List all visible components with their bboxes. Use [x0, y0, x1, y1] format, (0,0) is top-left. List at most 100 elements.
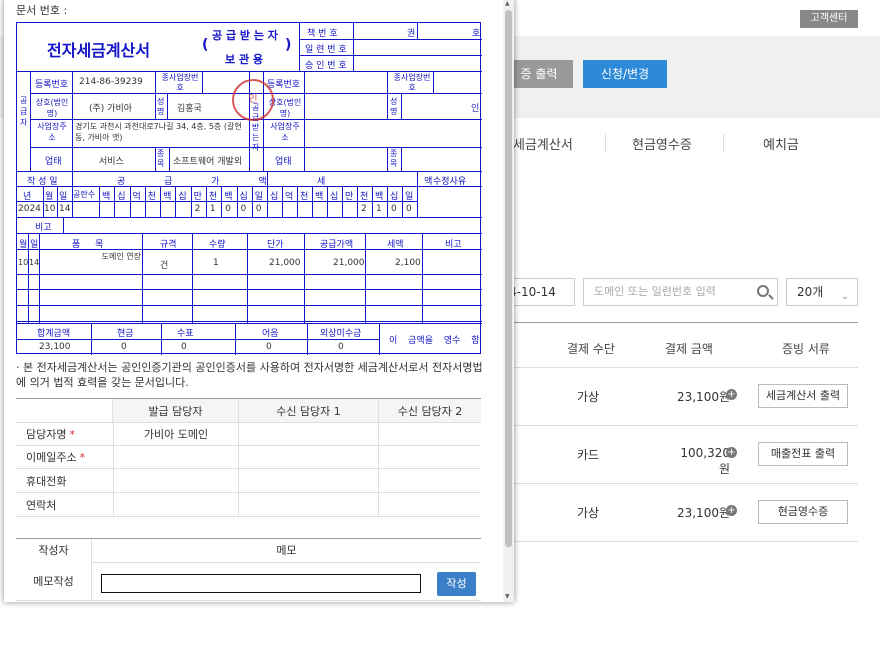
- item-name-header: 품 목: [72, 240, 110, 250]
- credit-header: 외상미수금: [320, 329, 362, 339]
- tax-digit-col: 천: [300, 192, 309, 202]
- supply-digit: 2: [194, 204, 201, 214]
- plus-icon[interactable]: +: [726, 447, 737, 458]
- legal-note: · 본 전자세금계산서는 공인인증기관의 공인인증서를 사용하여 전자서명한 세…: [16, 361, 483, 389]
- row-method: 가상: [577, 390, 600, 404]
- scroll-up-icon[interactable]: ▲: [505, 0, 510, 7]
- issuer-header: 발급 담당자: [113, 399, 239, 422]
- address-label: 사업장주소: [37, 122, 67, 142]
- supply-digit: 0: [255, 204, 262, 214]
- doc-number-label: 문서 번호 :: [16, 4, 68, 17]
- customer-center-button[interactable]: 고객센터: [800, 10, 858, 28]
- supply-digit-col: 십: [239, 192, 248, 202]
- sales-slip-print-button[interactable]: 매출전표 출력: [758, 442, 848, 466]
- credit-value: 0: [338, 342, 344, 352]
- tax-invoice-popup: 문서 번호 : 전자세금계산서 공 급 받 는 자 ( ) 보 관 용 책 번 …: [4, 0, 514, 602]
- item-name: 도메인 연장: [101, 252, 141, 261]
- table-row: 가상 23,100원 + 현금영수증: [505, 484, 858, 542]
- tax-digit: 0: [406, 204, 412, 214]
- spec-header: 규격: [160, 240, 177, 250]
- tab-tax-invoice[interactable]: 세금계산서: [513, 134, 573, 153]
- row-method: 카드: [577, 448, 600, 462]
- table-row: 담당자명 * 가비아 도메인: [16, 423, 481, 446]
- biz-type-value: 서비스: [99, 157, 124, 167]
- date-month: 10: [44, 204, 56, 214]
- scroll-down-icon[interactable]: ▼: [505, 593, 510, 600]
- plus-icon[interactable]: +: [726, 505, 737, 516]
- biz-item-value: 소프트웨어 개발외: [173, 157, 243, 167]
- popup-scrollbar[interactable]: ▲ ▼: [503, 0, 514, 602]
- table-row: 가상 23,100원 + 세금계산서 출력: [505, 368, 858, 426]
- supply-digit: 1: [209, 204, 216, 214]
- check-header: 수표: [177, 329, 194, 339]
- tax-digit-col: 십: [330, 192, 339, 202]
- table-row: 이메일주소 *: [16, 446, 481, 469]
- tax-digit: 0: [391, 204, 397, 214]
- check-value: 0: [181, 342, 187, 352]
- tax-digit-col: 일: [405, 192, 414, 202]
- approval-no-label: 승 인 번 호: [305, 61, 347, 71]
- manager-name-label: 담당자명 *: [26, 427, 75, 442]
- supply-digit: 0: [225, 204, 231, 214]
- total-header: 합계금액: [37, 329, 71, 339]
- supply-value-label: 공 급 가 액: [117, 177, 285, 187]
- row-amount: 23,100원: [676, 506, 730, 520]
- reg-no-label: 등록번호: [35, 80, 69, 90]
- search-icon[interactable]: [757, 285, 769, 297]
- col-evidence-doc: 증빙 서류: [782, 342, 830, 356]
- col-payment-method: 결제 수단: [567, 342, 615, 356]
- row-amount: 23,100원: [676, 390, 730, 404]
- tax-digit-col: 십: [270, 192, 279, 202]
- date-day: 14: [59, 204, 71, 214]
- keep-copy-label: 보 관 용: [225, 53, 264, 66]
- tax-digit: 1: [376, 204, 382, 214]
- tax-invoice-print-button[interactable]: 세금계산서 출력: [758, 384, 848, 408]
- trade-name-value: (주) 가비아: [89, 104, 133, 114]
- supply-digit-col: 십: [117, 192, 126, 202]
- biz-type-label: 업태: [45, 157, 62, 167]
- page-size-value: 20개: [797, 285, 824, 299]
- tax-digit-col: 만: [345, 192, 354, 202]
- receiver-biz-item-label: 종목: [390, 149, 398, 168]
- item-month-header: 월: [19, 240, 28, 250]
- search-input[interactable]: 도메인 또는 일련번호 입력: [583, 278, 778, 306]
- kwon-label: 권: [407, 29, 416, 39]
- doc-tabs: 세금계산서 현금영수증 예치금: [505, 128, 880, 160]
- table-row: 연락처: [16, 493, 481, 517]
- invoice-title: 전자세금계산서: [47, 41, 151, 60]
- scrollbar-thumb[interactable]: [505, 10, 512, 547]
- receiver-name-label: 성명: [390, 97, 398, 116]
- date-input[interactable]: 4-10-14: [505, 278, 575, 306]
- search-placeholder: 도메인 또는 일련번호 입력: [594, 285, 716, 298]
- serial-no-label: 일 련 번 호: [305, 45, 347, 55]
- supply-digit-col: 백: [163, 192, 172, 202]
- save-memo-button[interactable]: 작성: [437, 572, 476, 596]
- plus-icon[interactable]: +: [726, 389, 737, 400]
- memo-input[interactable]: [101, 574, 421, 593]
- qty-header: 수량: [209, 240, 226, 250]
- day-col: 일: [59, 192, 68, 202]
- receiver-label: 공 급 받 는 자: [212, 29, 278, 42]
- name-label: 성명: [157, 97, 165, 116]
- branch-no-label: 종사업장번호: [161, 73, 199, 92]
- item-supply: 21,000: [333, 258, 365, 268]
- supply-digit-col: 백: [224, 192, 233, 202]
- cash-header: 현금: [117, 329, 134, 339]
- cash-receipt-button[interactable]: 현금영수증: [758, 500, 848, 524]
- table-header: 결제 수단 결제 금액 증빙 서류: [505, 322, 858, 368]
- cash-value: 0: [121, 342, 127, 352]
- reg-no-value: 214-86-39239: [79, 77, 143, 87]
- print-button[interactable]: 증 출력: [505, 60, 573, 88]
- supply-digit-col: 천: [147, 192, 157, 202]
- author-header: 작성자: [16, 539, 92, 563]
- page-size-select[interactable]: 20개 ⌄: [786, 278, 858, 306]
- supply-digit-col: 억: [132, 192, 141, 202]
- tax-digit-col: 백: [315, 192, 324, 202]
- tab-deposit[interactable]: 예치금: [763, 134, 799, 153]
- tax-digit: 2: [361, 204, 367, 214]
- year-col: 년: [23, 192, 32, 202]
- apply-change-button[interactable]: 신청/변경: [583, 60, 667, 88]
- tab-cash-receipt[interactable]: 현금영수증: [632, 134, 692, 153]
- item-day: 14: [29, 258, 40, 267]
- col-payment-amount: 결제 금액: [665, 342, 713, 356]
